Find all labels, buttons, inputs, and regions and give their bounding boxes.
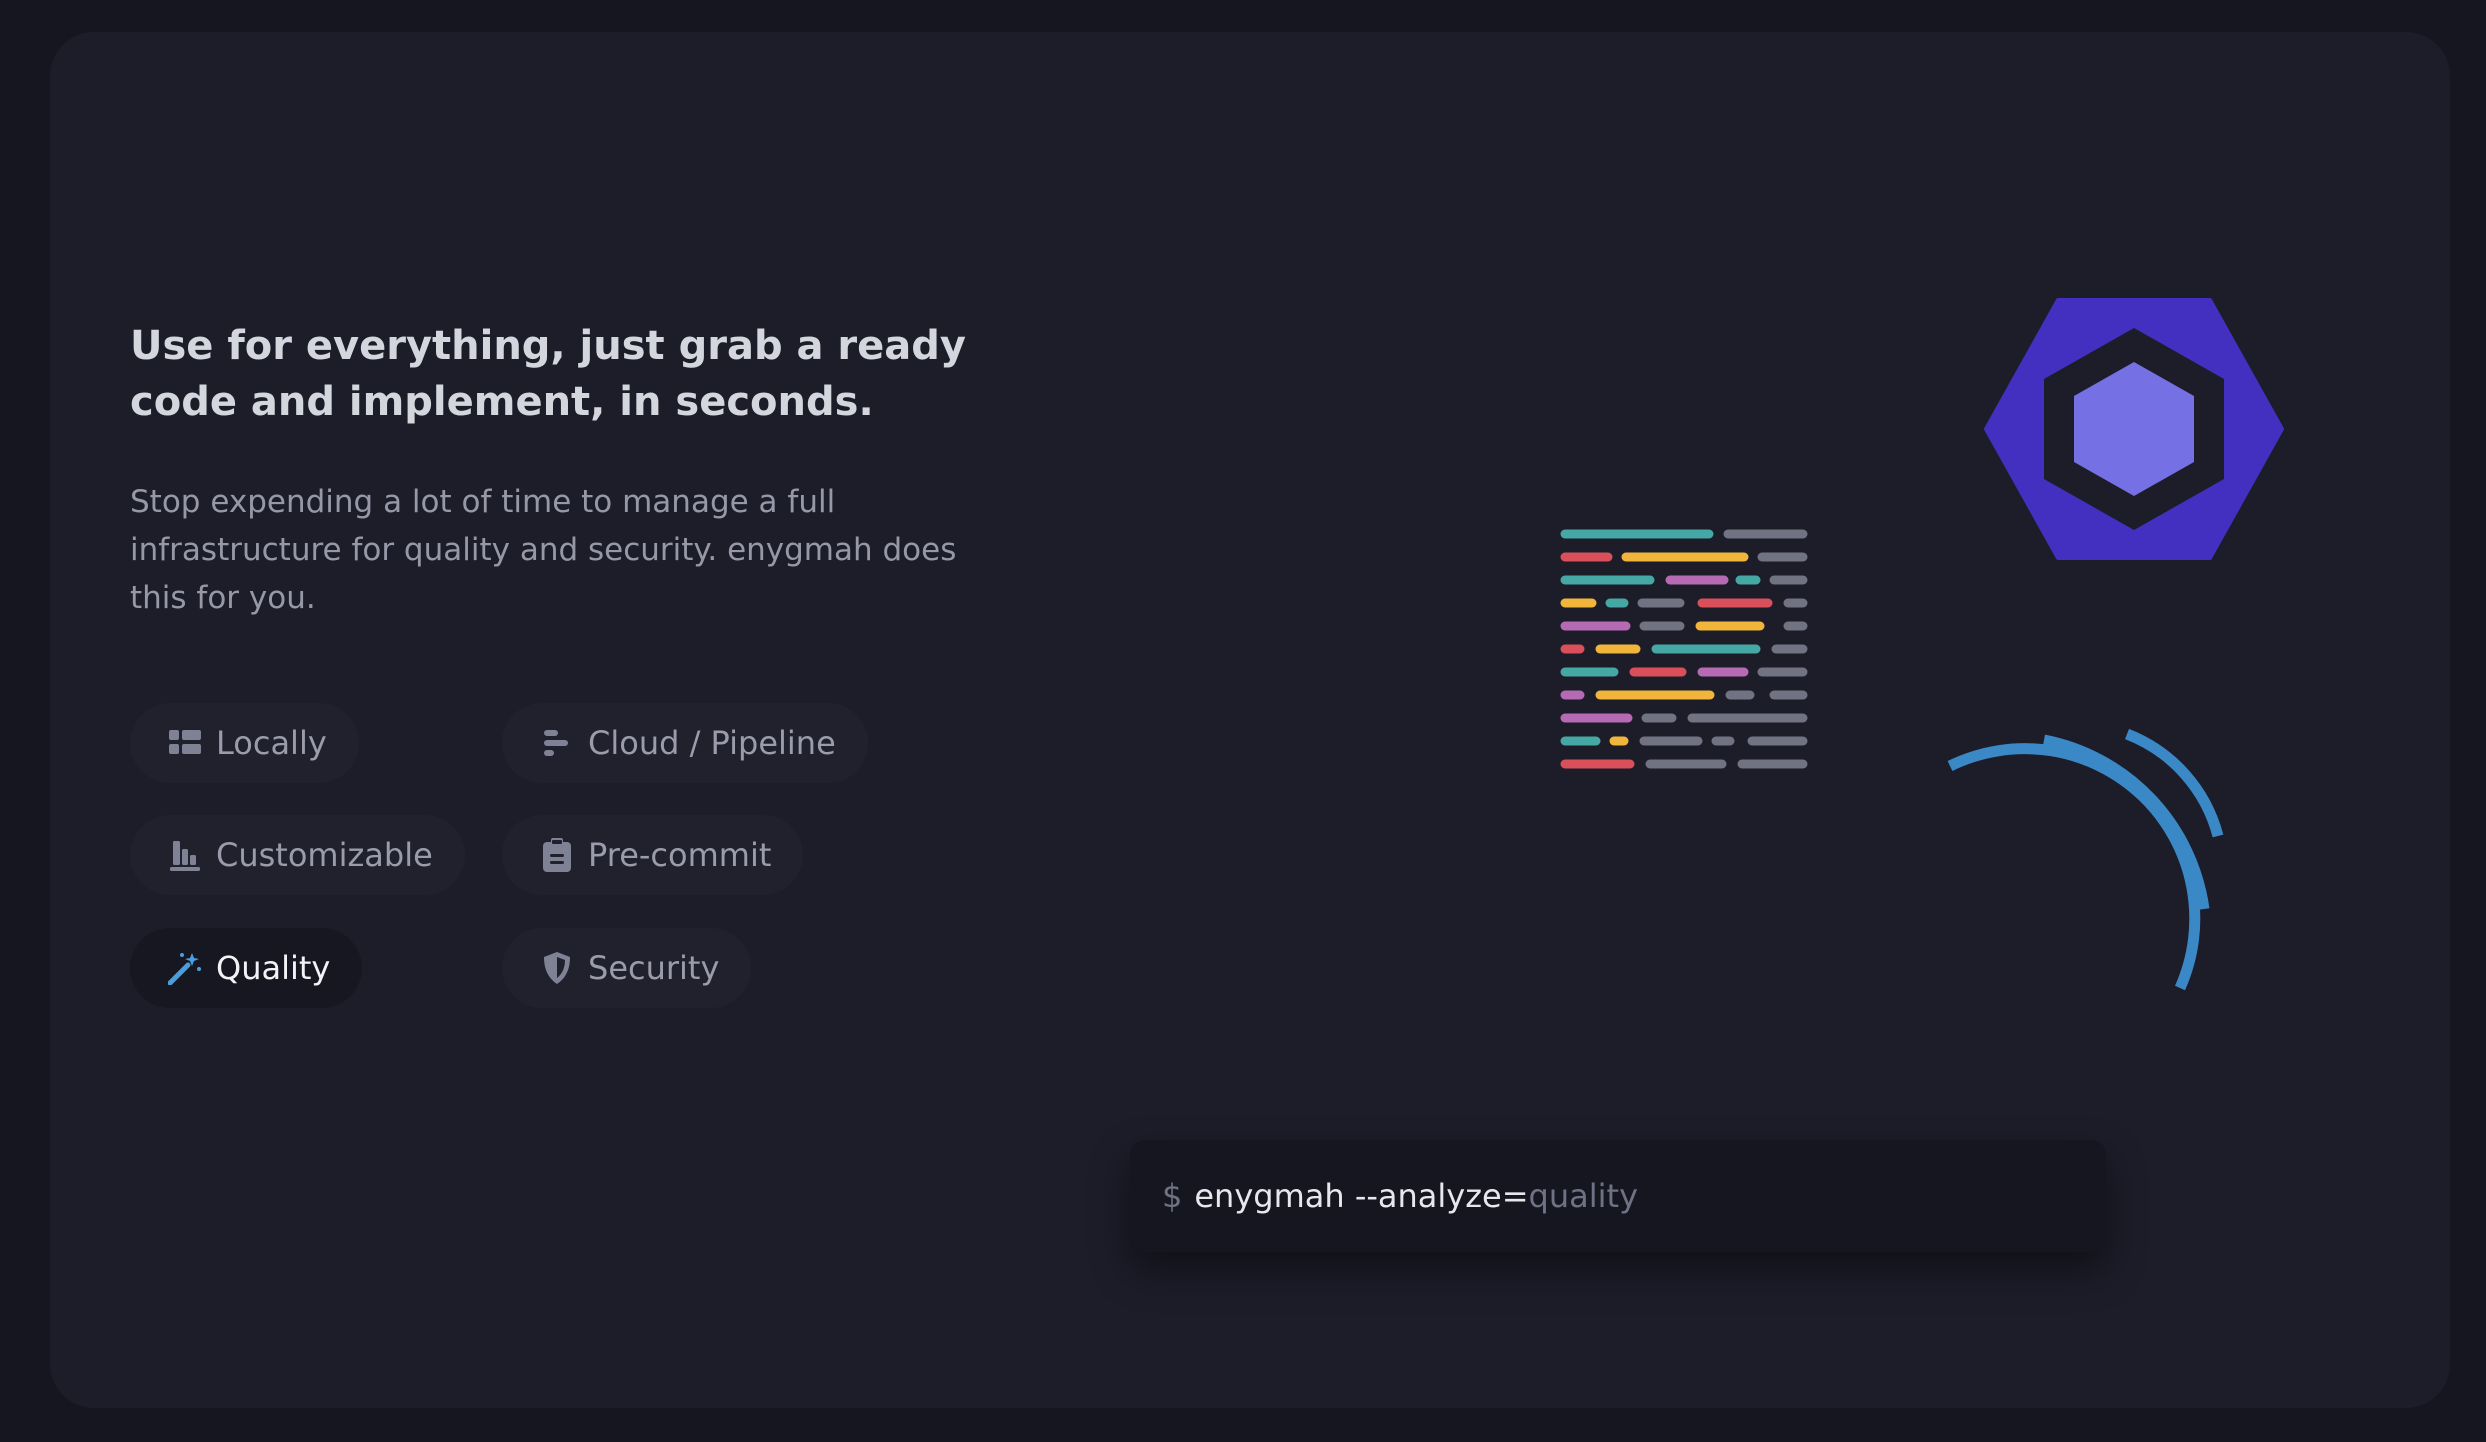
description: Stop expending a lot of time to manage a…	[130, 484, 957, 616]
magic-wand-icon	[168, 951, 202, 985]
feature-chip-quality[interactable]: Quality	[130, 928, 363, 1008]
code-lines-illustration	[1560, 529, 1808, 769]
hexagon-logo-icon	[1984, 298, 2284, 560]
feature-chip-label: Pre-commit	[588, 836, 772, 874]
feature-chip-label: Customizable	[216, 836, 433, 874]
feature-chip-label: Cloud / Pipeline	[588, 724, 836, 762]
clipboard-icon	[540, 838, 574, 872]
feature-chip-security[interactable]: Security	[502, 928, 752, 1008]
signal-arcs-icon	[1947, 728, 2224, 991]
feature-chip-label: Locally	[216, 724, 327, 762]
terminal-command[interactable]: $ enygmah --analyze= quality	[1130, 1140, 2106, 1252]
headline: Use for everything, just grab a ready co…	[130, 323, 966, 425]
feature-chip-label: Security	[588, 949, 720, 987]
bar-chart-icon	[168, 838, 202, 872]
feature-chip-pre-commit[interactable]: Pre-commit	[502, 815, 804, 895]
feature-chip-label: Quality	[216, 949, 331, 987]
feature-chip-customizable[interactable]: Customizable	[130, 815, 465, 895]
terminal-argument: quality	[1528, 1177, 1638, 1215]
terminal-prompt: $	[1162, 1177, 1183, 1215]
shield-icon	[540, 951, 574, 985]
feature-chip-cloud-pipeline[interactable]: Cloud / Pipeline	[502, 703, 868, 783]
bars-icon	[540, 726, 574, 760]
feature-chip-locally[interactable]: Locally	[130, 703, 359, 783]
terminal-command-text: enygmah --analyze=	[1194, 1177, 1529, 1215]
grid-icon	[168, 726, 202, 760]
